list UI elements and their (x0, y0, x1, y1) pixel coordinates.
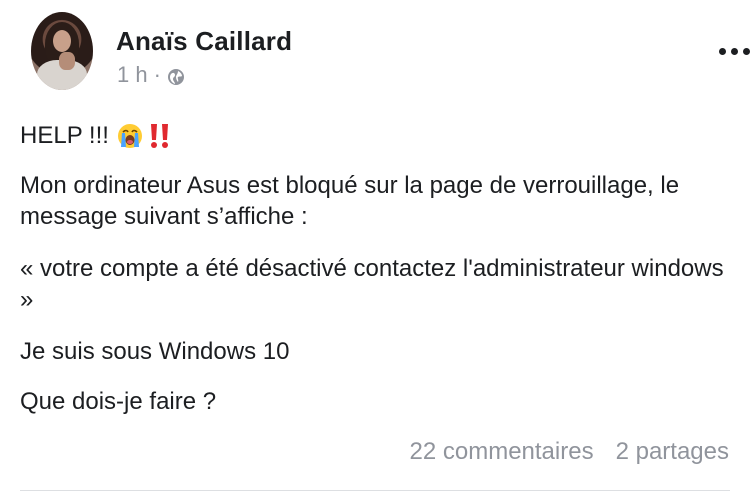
more-dot (743, 48, 750, 55)
meta-separator: · (153, 62, 161, 87)
post-paragraph-text: HELP !!! (20, 122, 109, 149)
post-paragraph: HELP !!! (20, 120, 173, 151)
post-meta: 1 h · (117, 62, 185, 88)
post-paragraph: Je suis sous Windows 10 (20, 338, 290, 365)
avatar-face (53, 30, 71, 52)
more-options-icon[interactable] (719, 48, 750, 55)
more-dot (719, 48, 726, 55)
double-exclamation-icon (147, 122, 173, 150)
loudly-crying-face-icon (117, 123, 143, 149)
facebook-post: Anaïs Caillard 1 h · HELP !!! Mon ordina… (0, 0, 750, 496)
post-time[interactable]: 1 h (117, 62, 148, 88)
shares-count[interactable]: 2 partages (616, 438, 729, 466)
divider (20, 490, 730, 491)
comments-count[interactable]: 22 commentaires (410, 438, 594, 466)
globe-icon (167, 66, 185, 85)
post-paragraph: Mon ordinateur Asus est bloqué sur la pa… (20, 172, 680, 230)
post-header: Anaïs Caillard 1 h · (31, 12, 750, 92)
post-stats: 22 commentaires 2 partages (410, 438, 730, 466)
more-dot (731, 48, 738, 55)
avatar-hand (59, 52, 75, 70)
author-name[interactable]: Anaïs Caillard (116, 26, 292, 57)
avatar[interactable] (31, 12, 93, 90)
post-paragraph: Que dois-je faire ? (20, 388, 217, 415)
post-paragraph: « votre compte a été désactivé contactez… (20, 255, 724, 313)
